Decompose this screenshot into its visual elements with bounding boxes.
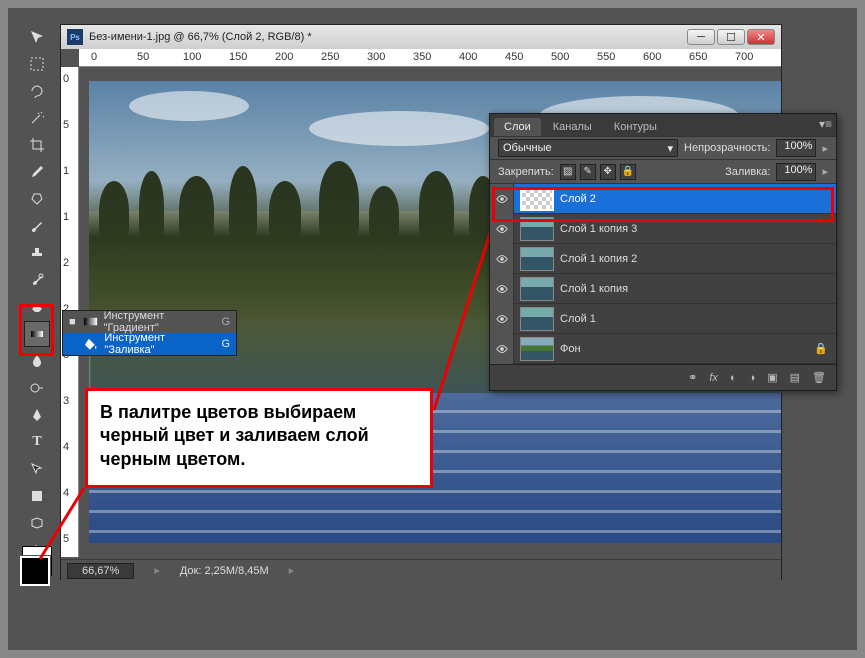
- lock-all-icon[interactable]: 🔒: [620, 164, 636, 180]
- layer-name: Слой 1: [560, 313, 836, 325]
- lasso-tool[interactable]: [24, 78, 50, 104]
- lock-position-icon[interactable]: ✥: [600, 164, 616, 180]
- layer-thumbnail[interactable]: [520, 217, 554, 241]
- pen-tool[interactable]: [24, 402, 50, 428]
- layer-thumbnail[interactable]: [520, 307, 554, 331]
- blend-mode-dropdown[interactable]: Обычные▾: [498, 139, 678, 157]
- layer-thumbnail[interactable]: [520, 337, 554, 361]
- 3d-tool[interactable]: [24, 510, 50, 536]
- flyout-bucket[interactable]: Инструмент "Заливка" G: [63, 333, 236, 355]
- layer-thumbnail[interactable]: [520, 277, 554, 301]
- layers-panel: Слои Каналы Контуры ▾≡ Обычные▾ Непрозра…: [489, 113, 837, 391]
- titlebar: Ps Без-имени-1.jpg @ 66,7% (Слой 2, RGB/…: [61, 25, 781, 49]
- layers-list: Слой 2 Слой 1 копия 3 Слой 1 копия 2 Слой 1…: [490, 184, 836, 364]
- layer-name: Слой 1 копия: [560, 283, 836, 295]
- tool-flyout: ■ Инструмент "Градиент" G Инструмент "За…: [62, 310, 237, 356]
- layer-thumbnail[interactable]: [520, 187, 554, 211]
- healing-tool[interactable]: [24, 186, 50, 212]
- adjustment-layer-icon[interactable]: ◑: [749, 372, 756, 384]
- opacity-field[interactable]: 100%: [776, 139, 816, 157]
- visibility-toggle[interactable]: [490, 184, 514, 214]
- panel-menu-icon[interactable]: ▾≡: [819, 117, 832, 131]
- gradient-tool[interactable]: [24, 321, 50, 347]
- panel-options-row: Обычные▾ Непрозрачность: 100% ▸: [490, 136, 836, 160]
- layer-mask-icon[interactable]: ◐: [730, 372, 737, 384]
- minimize-button[interactable]: ─: [687, 29, 715, 45]
- link-layers-icon[interactable]: ⚭: [688, 371, 697, 384]
- zoom-field[interactable]: 66,67%: [67, 563, 134, 579]
- visibility-toggle[interactable]: [490, 334, 514, 364]
- shortcut-label: G: [221, 338, 230, 350]
- ps-icon: Ps: [67, 29, 83, 45]
- layer-row[interactable]: Слой 2: [490, 184, 836, 214]
- gradient-icon: [83, 314, 98, 330]
- fill-field[interactable]: 100%: [776, 163, 816, 181]
- visibility-toggle[interactable]: [490, 274, 514, 304]
- path-select-tool[interactable]: [24, 456, 50, 482]
- layer-name: Слой 2: [560, 193, 836, 205]
- lock-row: Закрепить: ▨ ✎ ✥ 🔒 Заливка: 100% ▸: [490, 160, 836, 184]
- visibility-toggle[interactable]: [490, 244, 514, 274]
- brush-tool[interactable]: [24, 213, 50, 239]
- lock-icon: 🔒: [814, 342, 828, 355]
- fill-label: Заливка:: [725, 166, 770, 178]
- lock-pixels-icon[interactable]: ✎: [580, 164, 596, 180]
- stamp-tool[interactable]: [24, 240, 50, 266]
- status-bar: 66,67% ▸ Док: 2,25M/8,45M ▸: [61, 559, 781, 581]
- shortcut-label: G: [221, 316, 230, 328]
- blur-tool[interactable]: [24, 348, 50, 374]
- crop-tool[interactable]: [24, 132, 50, 158]
- layer-name: Слой 1 копия 3: [560, 223, 836, 235]
- shape-tool[interactable]: [24, 483, 50, 509]
- ruler-horizontal[interactable]: 0501001502002503003504004505005506006507…: [79, 49, 781, 67]
- visibility-toggle[interactable]: [490, 214, 514, 244]
- lock-transparency-icon[interactable]: ▨: [560, 164, 576, 180]
- layer-thumbnail[interactable]: [520, 247, 554, 271]
- move-tool[interactable]: [24, 24, 50, 50]
- panel-footer: ⚭ fx ◐ ◑ ▣ ▤ 🗑: [490, 364, 836, 390]
- window-title: Без-имени-1.jpg @ 66,7% (Слой 2, RGB/8) …: [89, 31, 312, 43]
- visibility-toggle[interactable]: [490, 304, 514, 334]
- annotation-box: В палитре цветов выбираем черный цвет и …: [85, 388, 433, 488]
- doc-size: Док: 2,25M/8,45M: [180, 565, 269, 577]
- layer-row[interactable]: Слой 1 копия 2: [490, 244, 836, 274]
- new-layer-icon[interactable]: ▤: [790, 371, 800, 384]
- layer-name: Фон: [560, 343, 814, 355]
- toolbox: T: [22, 22, 52, 592]
- delete-layer-icon[interactable]: 🗑: [812, 371, 826, 384]
- foreground-color-swatch[interactable]: [20, 556, 50, 586]
- dodge-tool[interactable]: [24, 375, 50, 401]
- eraser-tool[interactable]: [24, 294, 50, 320]
- type-tool[interactable]: T: [24, 429, 50, 455]
- layer-row[interactable]: Слой 1 копия 3: [490, 214, 836, 244]
- marquee-tool[interactable]: [24, 51, 50, 77]
- history-brush-tool[interactable]: [24, 267, 50, 293]
- layer-row[interactable]: Фон🔒: [490, 334, 836, 364]
- layer-row[interactable]: Слой 1: [490, 304, 836, 334]
- flyout-label: Инструмент "Градиент": [104, 310, 216, 334]
- flyout-label: Инструмент "Заливка": [104, 332, 215, 356]
- flyout-gradient[interactable]: ■ Инструмент "Градиент" G: [63, 311, 236, 333]
- opacity-label: Непрозрачность:: [684, 142, 770, 154]
- layer-name: Слой 1 копия 2: [560, 253, 836, 265]
- tab-channels[interactable]: Каналы: [543, 118, 602, 136]
- panel-tabs: Слои Каналы Контуры ▾≡: [490, 114, 836, 136]
- maximize-button[interactable]: ☐: [717, 29, 745, 45]
- eyedropper-tool[interactable]: [24, 159, 50, 185]
- tab-layers[interactable]: Слои: [494, 118, 541, 136]
- wand-tool[interactable]: [24, 105, 50, 131]
- tab-paths[interactable]: Контуры: [604, 118, 667, 136]
- layer-fx-icon[interactable]: fx: [709, 372, 718, 384]
- close-button[interactable]: ✕: [747, 29, 775, 45]
- lock-label: Закрепить:: [498, 166, 554, 178]
- layer-row[interactable]: Слой 1 копия: [490, 274, 836, 304]
- layer-group-icon[interactable]: ▣: [767, 371, 777, 384]
- bucket-icon: [83, 336, 99, 352]
